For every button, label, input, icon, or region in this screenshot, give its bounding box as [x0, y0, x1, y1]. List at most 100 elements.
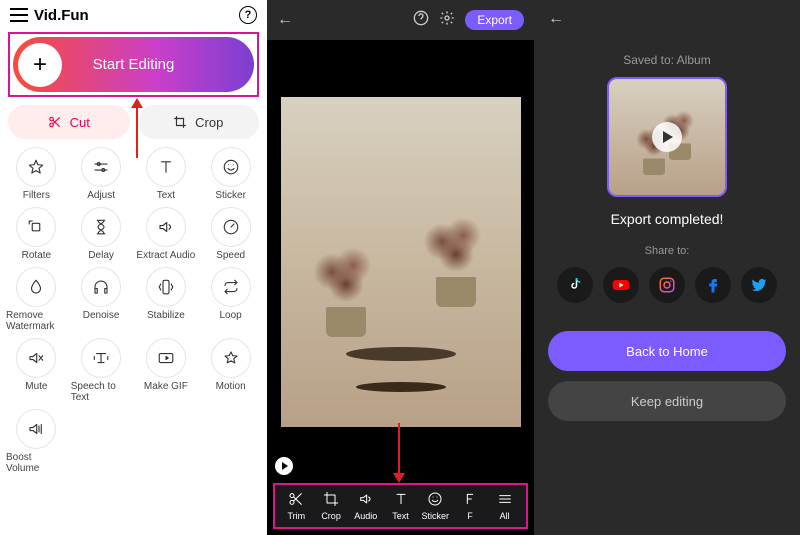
editor-tool-sticker[interactable]: Sticker — [418, 491, 453, 521]
export-thumbnail[interactable] — [607, 77, 727, 197]
headphones-icon — [81, 267, 121, 307]
audio-icon — [358, 491, 374, 509]
video-preview[interactable] — [267, 40, 534, 483]
gif-icon — [146, 338, 186, 378]
mute-icon — [16, 338, 56, 378]
editor-tool-text[interactable]: Text — [383, 491, 418, 521]
crop-button[interactable]: Crop — [138, 105, 260, 139]
editor-tool-label: Sticker — [421, 511, 449, 521]
scissors-icon — [48, 115, 62, 129]
tool-stabilize[interactable]: Stabilize — [136, 267, 197, 332]
editor-tool-crop[interactable]: Crop — [314, 491, 349, 521]
boost-icon — [16, 409, 56, 449]
keep-editing-button[interactable]: Keep editing — [548, 381, 786, 421]
tool-label: Motion — [216, 381, 246, 392]
tool-label: Make GIF — [144, 381, 188, 392]
editor-tool-label: Trim — [288, 511, 306, 521]
tool-extract-audio[interactable]: Extract Audio — [136, 207, 197, 261]
tool-boost-volume[interactable]: Boost Volume — [6, 409, 67, 474]
editor-tool-label: Text — [392, 511, 409, 521]
saved-to-label: Saved to: Album — [623, 53, 710, 67]
share-tiktok-button[interactable] — [557, 267, 593, 303]
editor-tool-audio[interactable]: Audio — [348, 491, 383, 521]
editor-tool-label: Audio — [354, 511, 377, 521]
tool-label: Delay — [88, 250, 114, 261]
tool-adjust[interactable]: Adjust — [71, 147, 132, 201]
editor-tool-trim[interactable]: Trim — [279, 491, 314, 521]
menu-icon — [497, 491, 513, 509]
start-editing-label: Start Editing — [93, 56, 175, 73]
share-label: Share to: — [645, 245, 690, 257]
play-icon — [652, 122, 682, 152]
tool-filters[interactable]: Filters — [6, 147, 67, 201]
editor-toolbar-highlight: Trim Crop Audio Text Sticker F All — [273, 483, 528, 529]
settings-icon[interactable] — [439, 10, 455, 31]
tool-text[interactable]: Text — [136, 147, 197, 201]
export-button[interactable]: Export — [465, 10, 524, 30]
start-editing-highlight: + Start Editing — [8, 32, 259, 97]
editor-tool-label: All — [500, 511, 510, 521]
tool-speed[interactable]: Speed — [200, 207, 261, 261]
tool-label: Adjust — [87, 190, 115, 201]
back-icon[interactable]: ← — [548, 10, 564, 28]
tool-label: Boost Volume — [6, 452, 67, 474]
share-twitter-button[interactable] — [741, 267, 777, 303]
back-to-home-button[interactable]: Back to Home — [548, 331, 786, 371]
start-editing-button[interactable]: + Start Editing — [13, 37, 254, 92]
share-facebook-button[interactable] — [695, 267, 731, 303]
text-icon — [146, 147, 186, 187]
share-youtube-button[interactable] — [603, 267, 639, 303]
hourglass-icon — [81, 207, 121, 247]
motion-icon — [211, 338, 251, 378]
export-status: Export completed! — [611, 211, 724, 227]
tool-label: Mute — [25, 381, 47, 392]
plus-icon: + — [18, 43, 62, 87]
editor-tool-label: Crop — [321, 511, 341, 521]
scissors-icon — [288, 491, 304, 509]
smile-icon — [427, 491, 443, 509]
help-icon[interactable]: ? — [239, 6, 257, 24]
loop-icon — [211, 267, 251, 307]
drop-icon — [16, 267, 56, 307]
editor-tool-label: F — [467, 511, 473, 521]
tool-label: Speech to Text — [71, 381, 132, 403]
help-icon[interactable] — [413, 10, 429, 31]
tool-delay[interactable]: Delay — [71, 207, 132, 261]
crop-icon — [173, 115, 187, 129]
audio-icon — [146, 207, 186, 247]
tool-label: Remove Watermark — [6, 310, 67, 332]
tool-label: Stabilize — [147, 310, 185, 321]
tool-label: Rotate — [22, 250, 51, 261]
tool-label: Loop — [220, 310, 242, 321]
tool-denoise[interactable]: Denoise — [71, 267, 132, 332]
tool-speech-to-text[interactable]: Speech to Text — [71, 338, 132, 403]
tool-label: Text — [157, 190, 175, 201]
back-icon[interactable]: ← — [277, 11, 293, 29]
star-icon — [16, 147, 56, 187]
play-icon[interactable] — [275, 457, 293, 475]
tool-make-gif[interactable]: Make GIF — [136, 338, 197, 403]
f-icon — [462, 491, 478, 509]
rotate-icon — [16, 207, 56, 247]
tool-rotate[interactable]: Rotate — [6, 207, 67, 261]
text-icon — [393, 491, 409, 509]
share-instagram-button[interactable] — [649, 267, 685, 303]
editor-tool-f[interactable]: F — [453, 491, 488, 521]
tool-label: Denoise — [83, 310, 120, 321]
tool-label: Filters — [23, 190, 50, 201]
tool-sticker[interactable]: Sticker — [200, 147, 261, 201]
hamburger-menu-icon[interactable] — [10, 8, 28, 22]
cut-button[interactable]: Cut — [8, 105, 130, 139]
tool-label: Sticker — [215, 190, 246, 201]
tool-motion[interactable]: Motion — [200, 338, 261, 403]
tts-icon — [81, 338, 121, 378]
app-title: Vid.Fun — [34, 7, 89, 24]
sliders-icon — [81, 147, 121, 187]
tool-loop[interactable]: Loop — [200, 267, 261, 332]
smile-icon — [211, 147, 251, 187]
tool-label: Speed — [216, 250, 245, 261]
phone-icon — [146, 267, 186, 307]
tool-remove-watermark[interactable]: Remove Watermark — [6, 267, 67, 332]
tool-mute[interactable]: Mute — [6, 338, 67, 403]
editor-tool-all[interactable]: All — [487, 491, 522, 521]
